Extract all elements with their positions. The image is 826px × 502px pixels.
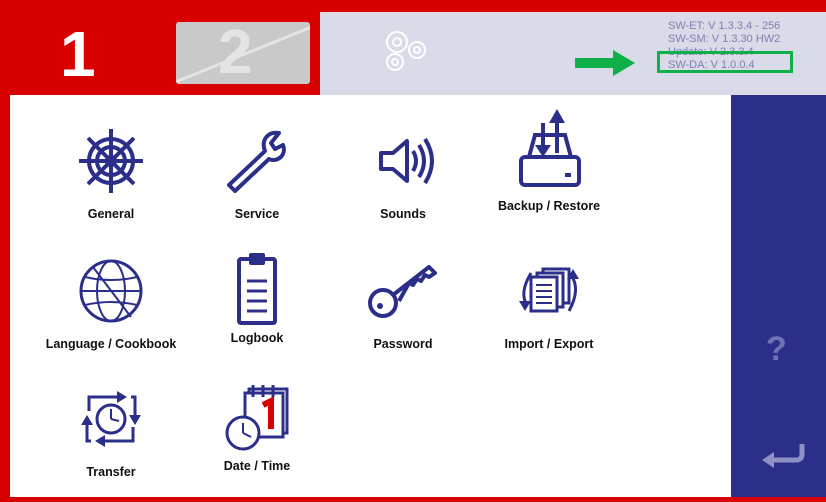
tile-backup[interactable]: Backup / Restore bbox=[474, 105, 624, 213]
tile-datetime[interactable]: Date / Time bbox=[182, 375, 332, 473]
ship-wheel-icon bbox=[79, 129, 143, 193]
tile-transfer[interactable]: Transfer bbox=[36, 381, 186, 479]
tile-logbook[interactable]: Logbook bbox=[182, 247, 332, 345]
import-export-icon bbox=[519, 267, 579, 313]
tile-password[interactable]: Password bbox=[328, 253, 478, 351]
tile-import-export[interactable]: Import / Export bbox=[474, 253, 624, 351]
top-bar: 1 2 SW-ET: V 1.3.3.4 - 256 SW-SM: V 1.3.… bbox=[0, 0, 826, 95]
speaker-icon bbox=[379, 137, 434, 185]
tile-import-export-label: Import / Export bbox=[504, 337, 594, 351]
tab-1-label: 1 bbox=[60, 18, 96, 90]
calendar-clock-icon bbox=[225, 385, 289, 451]
green-arrow-icon bbox=[575, 50, 635, 76]
sw-sm-version: SW-SM: V 1.3.30 HW2 bbox=[668, 33, 781, 45]
tab-1[interactable]: 1 bbox=[10, 12, 168, 95]
tile-language[interactable]: Language / Cookbook bbox=[36, 253, 186, 351]
tab-2[interactable]: 2 bbox=[176, 22, 310, 84]
sw-et-version: SW-ET: V 1.3.3.4 - 256 bbox=[668, 20, 781, 32]
tile-service-label: Service bbox=[234, 207, 280, 221]
tile-backup-label: Backup / Restore bbox=[497, 199, 601, 213]
wrench-icon bbox=[227, 130, 286, 193]
tile-transfer-label: Transfer bbox=[86, 465, 136, 479]
tile-sounds-label: Sounds bbox=[380, 207, 426, 221]
transfer-clock-icon bbox=[81, 391, 141, 447]
gears-icon[interactable] bbox=[375, 24, 435, 74]
tile-general-label: General bbox=[87, 207, 135, 221]
tile-service[interactable]: Service bbox=[182, 123, 332, 221]
tile-password-label: Password bbox=[373, 337, 433, 351]
return-arrow-icon[interactable] bbox=[758, 440, 808, 470]
update-highlight-box bbox=[657, 51, 793, 73]
key-icon bbox=[368, 265, 437, 318]
clipboard-icon bbox=[237, 253, 277, 325]
tile-general[interactable]: General bbox=[36, 123, 186, 221]
help-button[interactable]: ? bbox=[766, 330, 787, 369]
backup-restore-icon bbox=[519, 109, 581, 187]
right-sidebar bbox=[731, 95, 826, 497]
globe-icon bbox=[79, 259, 143, 323]
tile-logbook-label: Logbook bbox=[230, 331, 284, 345]
tile-datetime-label: Date / Time bbox=[223, 459, 291, 473]
tile-sounds[interactable]: Sounds bbox=[328, 123, 478, 221]
settings-grid: General Service Sounds Backup / Restore bbox=[10, 95, 731, 497]
tile-language-label: Language / Cookbook bbox=[45, 337, 177, 351]
